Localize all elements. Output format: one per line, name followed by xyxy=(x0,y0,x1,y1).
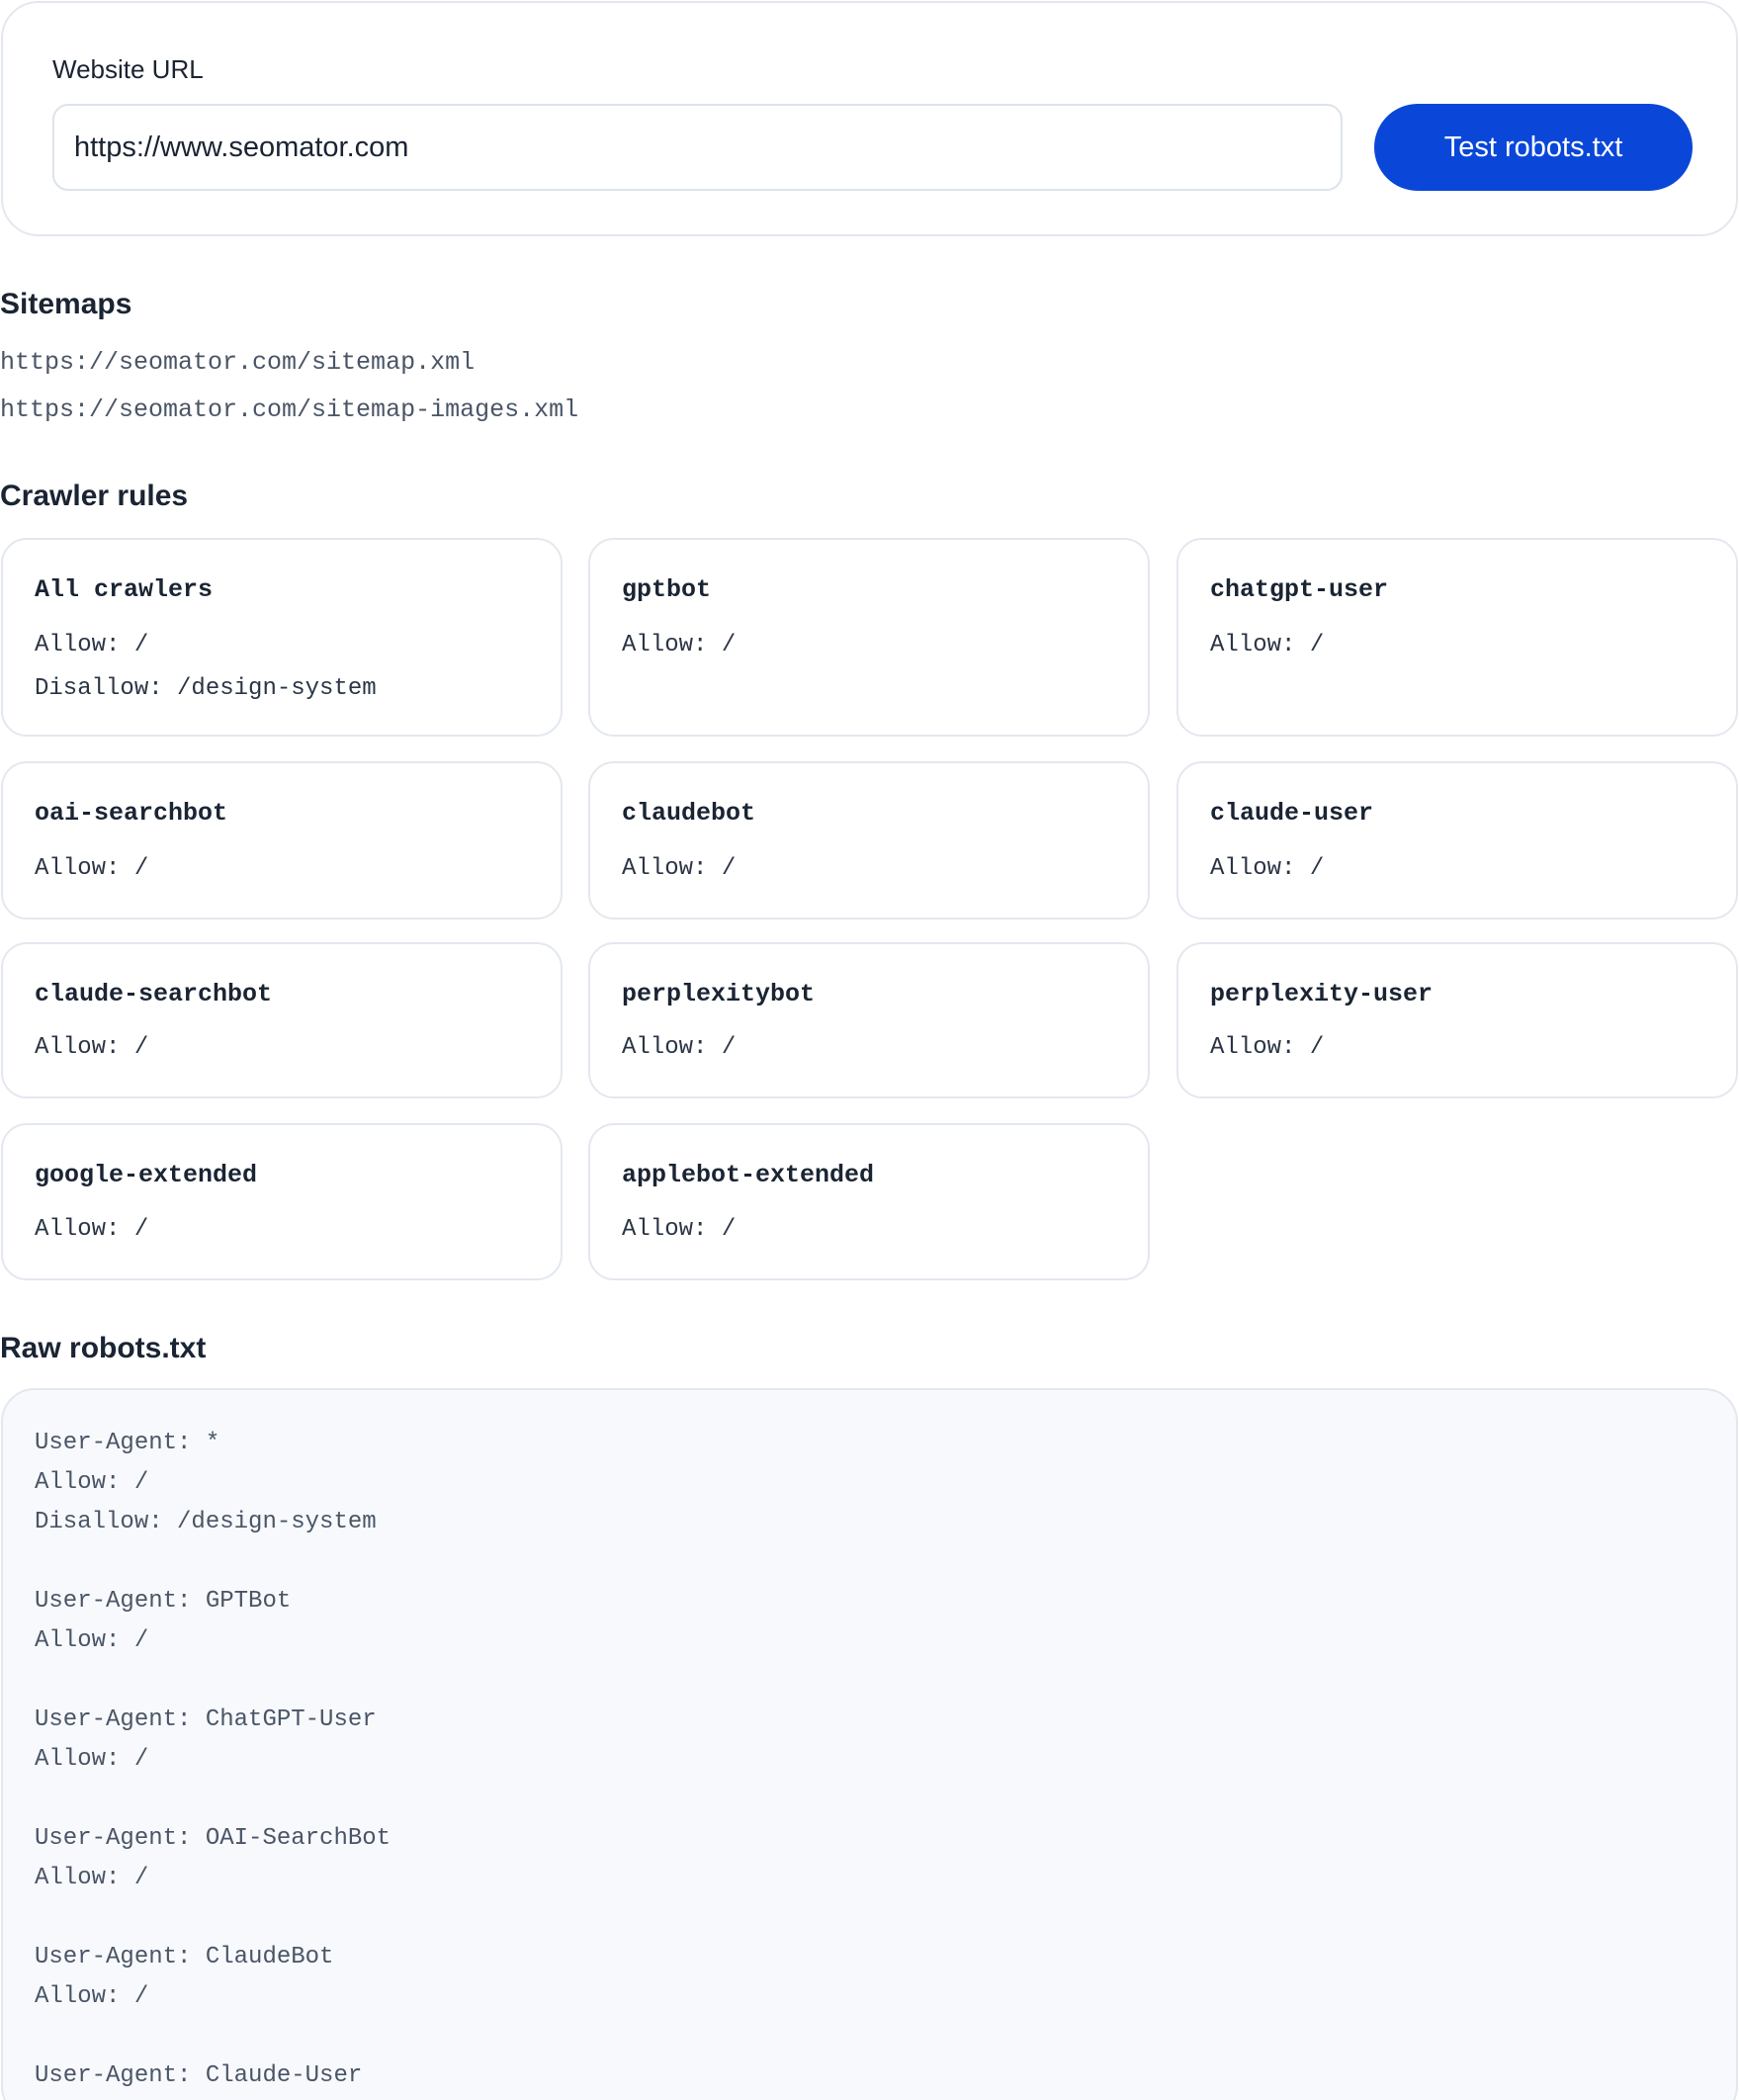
crawler-rule-card: applebot-extended Allow: / xyxy=(588,1123,1150,1280)
crawler-name: chatgpt-user xyxy=(1210,575,1389,604)
crawler-name: oai-searchbot xyxy=(35,799,228,828)
rule-directive: Allow: / xyxy=(622,855,737,882)
rule-directive: Allow: / xyxy=(1210,855,1325,882)
rule-directive: Allow: / xyxy=(35,1216,149,1243)
crawler-name: perplexitybot xyxy=(622,980,816,1008)
crawler-rule-card: claude-user Allow: / xyxy=(1176,761,1738,919)
url-form-card: Website URL Test robots.txt xyxy=(1,1,1738,236)
crawler-rule-card: perplexitybot Allow: / xyxy=(588,942,1150,1098)
sitemap-link[interactable]: https://seomator.com/sitemap-images.xml xyxy=(0,395,578,424)
rule-directive: Allow: / xyxy=(622,1034,737,1061)
crawler-rules-title: Crawler rules xyxy=(0,480,189,512)
rule-directive: Disallow: /design-system xyxy=(35,675,377,702)
crawler-rule-card: claudebot Allow: / xyxy=(588,761,1150,919)
website-url-input[interactable] xyxy=(52,104,1343,191)
crawler-rule-card: chatgpt-user Allow: / xyxy=(1176,538,1738,737)
crawler-name: google-extended xyxy=(35,1161,258,1189)
sitemap-link[interactable]: https://seomator.com/sitemap.xml xyxy=(0,348,475,377)
test-robots-button[interactable]: Test robots.txt xyxy=(1374,104,1693,191)
sitemaps-title: Sitemaps xyxy=(0,288,132,320)
website-url-label: Website URL xyxy=(52,54,204,84)
crawler-name: gptbot xyxy=(622,575,712,604)
raw-robots-box[interactable]: User-Agent: * Allow: / Disallow: /design… xyxy=(1,1388,1738,2100)
rule-directive: Allow: / xyxy=(35,1034,149,1061)
crawler-name: claude-searchbot xyxy=(35,980,273,1008)
rule-directive: Allow: / xyxy=(35,632,149,658)
rule-directive: Allow: / xyxy=(1210,632,1325,658)
crawler-rule-card: perplexity-user Allow: / xyxy=(1176,942,1738,1098)
crawler-name: All crawlers xyxy=(35,575,214,604)
crawler-rule-card: claude-searchbot Allow: / xyxy=(1,942,563,1098)
rule-directive: Allow: / xyxy=(35,855,149,882)
rule-directive: Allow: / xyxy=(1210,1034,1325,1061)
raw-robots-title: Raw robots.txt xyxy=(0,1332,207,1364)
crawler-rule-card: All crawlers Allow: / Disallow: /design-… xyxy=(1,538,563,737)
crawler-rule-card: oai-searchbot Allow: / xyxy=(1,761,563,919)
crawler-name: claudebot xyxy=(622,799,756,828)
crawler-name: applebot-extended xyxy=(622,1161,875,1189)
crawler-rule-card: google-extended Allow: / xyxy=(1,1123,563,1280)
crawler-name: perplexity-user xyxy=(1210,980,1434,1008)
crawler-rule-card: gptbot Allow: / xyxy=(588,538,1150,737)
raw-robots-content: User-Agent: * Allow: / Disallow: /design… xyxy=(35,1430,392,2089)
rule-directive: Allow: / xyxy=(622,1216,737,1243)
rule-directive: Allow: / xyxy=(622,632,737,658)
crawler-name: claude-user xyxy=(1210,799,1374,828)
